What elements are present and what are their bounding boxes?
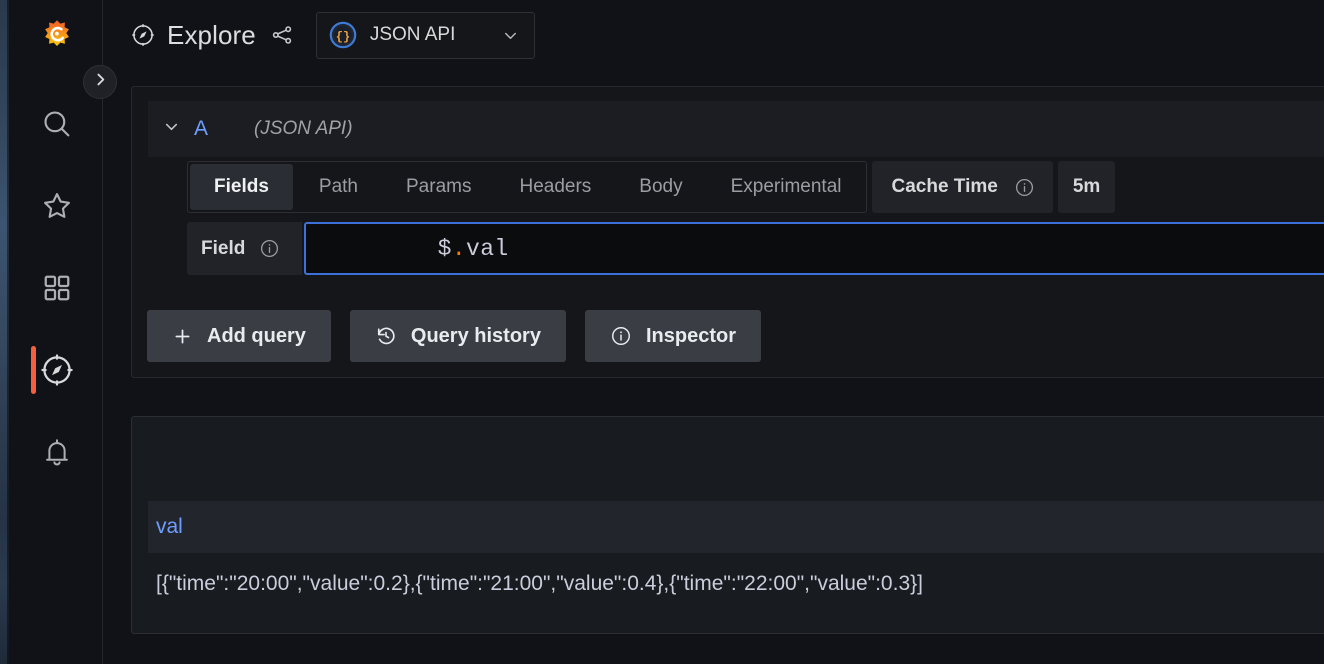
tab-experimental[interactable]: Experimental [707,162,866,212]
query-history-label: Query history [411,325,541,348]
search-icon [40,107,74,141]
svg-text:{}: {} [336,30,350,44]
chevron-down-icon [501,26,520,45]
cache-time-label: Cache Time [872,161,1053,213]
tab-path[interactable]: Path [295,162,382,212]
add-query-button[interactable]: Add query [147,310,331,362]
query-history-button[interactable]: Query history [350,310,566,362]
table-row: [{"time":"20:00","value":0.2},{"time":"2… [148,553,1324,615]
history-icon [375,325,397,347]
field-value-suffix: val [466,236,509,262]
tab-fields[interactable]: Fields [190,164,293,210]
json-braces-icon: {} [329,21,357,49]
query-row-header: A (JSON API) [148,101,1324,157]
info-circle-icon[interactable] [259,238,280,259]
sidebar-nav-rail [11,0,103,664]
bell-icon [41,436,73,468]
apps-grid-icon [42,273,72,303]
sidebar-item-explore[interactable] [34,347,80,393]
info-circle-icon [610,325,632,347]
query-ref-id[interactable]: A [194,117,254,141]
query-editor-tabs: Fields Path Params Headers Body Experime… [187,161,867,213]
query-datasource-name: (JSON API) [254,118,353,140]
sidebar-item-starred[interactable] [34,183,80,229]
cache-time-label-text: Cache Time [892,176,998,198]
plus-icon [172,326,193,347]
cache-time-value[interactable]: 5m [1058,161,1115,213]
datasource-name: JSON API [370,24,479,46]
query-action-buttons: Add query Query history Inspector [147,310,761,362]
results-panel: val [{"time":"20:00","value":0.2},{"time… [131,416,1324,634]
sidebar-item-dashboards[interactable] [34,265,80,311]
field-input-wrapper[interactable]: $.val [304,222,1324,275]
field-value-prefix: $ [438,236,452,262]
tab-body[interactable]: Body [615,162,706,212]
star-icon [40,189,74,223]
share-icon[interactable] [270,23,294,47]
desktop-background-edge [0,0,9,664]
field-row: Field $.val [187,222,1324,275]
page-title: Explore [167,20,256,51]
topbar: Explore {} JSON API [104,0,1324,70]
chevron-down-icon [162,117,181,141]
tab-params[interactable]: Params [382,162,495,212]
datasource-picker[interactable]: {} JSON API [316,12,535,59]
field-label: Field [187,222,302,275]
query-collapse-toggle[interactable] [148,117,194,141]
inspector-label: Inspector [646,325,736,348]
chevron-right-icon [92,71,109,93]
field-label-text: Field [201,238,245,260]
table-cell-val: [{"time":"20:00","value":0.2},{"time":"2… [156,572,923,596]
query-editor-tab-row: Fields Path Params Headers Body Experime… [187,161,1115,213]
inspector-button[interactable]: Inspector [585,310,761,362]
table-header-row: val [148,501,1324,553]
grafana-logo-icon[interactable] [37,18,77,58]
cache-time-value-text: 5m [1073,176,1100,198]
compass-icon [39,352,75,388]
sidebar-item-alerting[interactable] [34,429,80,475]
table-column-header-val[interactable]: val [156,515,183,539]
info-circle-icon[interactable] [1014,177,1035,198]
page-compass-icon [130,22,156,48]
grafana-explore-app: Explore {} JSON API [0,0,1324,664]
sidebar-item-search[interactable] [34,101,80,147]
field-input[interactable]: $.val [312,210,521,288]
expand-menu-button[interactable] [83,65,117,99]
field-value-separator: . [452,236,466,262]
tab-headers[interactable]: Headers [495,162,615,212]
add-query-label: Add query [207,325,306,348]
